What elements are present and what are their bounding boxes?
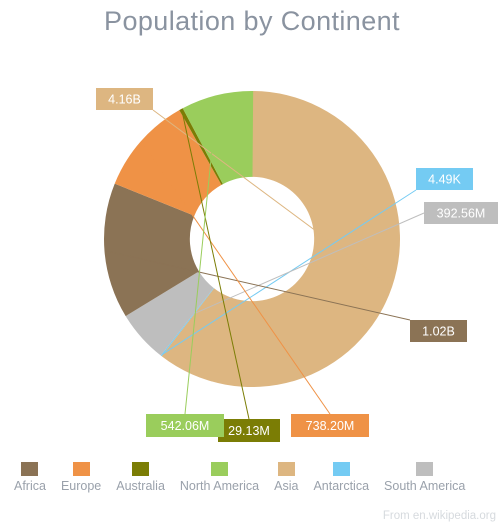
legend-item-asia[interactable]: Asia (274, 462, 298, 493)
data-label-value: 4.16B (108, 93, 141, 107)
legend-swatch (72, 462, 90, 476)
legend-item-australia[interactable]: Australia (116, 462, 165, 493)
data-label-australia: 29.13M (218, 419, 280, 442)
legend-swatch (211, 462, 228, 476)
data-label-value: 542.06M (161, 419, 210, 433)
data-label-africa: 1.02B (410, 320, 467, 342)
data-label-south-america: 392.56M (424, 202, 498, 224)
legend-swatch (332, 462, 350, 476)
data-label-north-america: 542.06M (146, 414, 224, 437)
legend-label: Africa (14, 479, 46, 493)
legend-swatch (277, 462, 295, 476)
data-label-value: 738.20M (306, 419, 355, 433)
legend: Africa Europe Australia North America Asia An… (0, 462, 504, 496)
data-label-value: 1.02B (422, 325, 455, 339)
legend-label: North America (179, 479, 260, 493)
legend-item-europe[interactable]: Europe (61, 462, 101, 493)
source-credit: From en.wikipedia.org (382, 510, 496, 522)
data-label-europe: 738.20M (291, 414, 369, 437)
chart-container: Population by Continent 4.16B 4.49K 392.56… (0, 0, 504, 528)
legend-swatch (21, 462, 39, 476)
data-label-antarctica: 4.49K (416, 168, 473, 190)
data-label-value: 4.49K (428, 173, 461, 187)
legend-item-africa[interactable]: Africa (14, 462, 46, 493)
data-label-value: 392.56M (437, 207, 486, 221)
legend-label: Antarctica (313, 479, 370, 493)
legend-swatch (132, 462, 150, 476)
legend-label: Europe (60, 479, 102, 493)
legend-label: Australia (116, 479, 165, 493)
donut-chart: 4.16B 4.49K 392.56M 1.02B 738.20M 29.13M 542.0… (96, 88, 498, 442)
data-label-value: 29.13M (228, 424, 270, 438)
data-label-asia: 4.16B (96, 88, 153, 110)
legend-label: South America (384, 479, 466, 493)
legend-swatch (416, 462, 434, 476)
legend-item-south-america[interactable]: South America (384, 462, 465, 493)
legend-item-north-america[interactable]: North America (180, 462, 259, 493)
legend-label: Asia (274, 479, 299, 493)
legend-item-antarctica[interactable]: Antarctica (313, 462, 369, 493)
donut-slices (103, 91, 401, 387)
